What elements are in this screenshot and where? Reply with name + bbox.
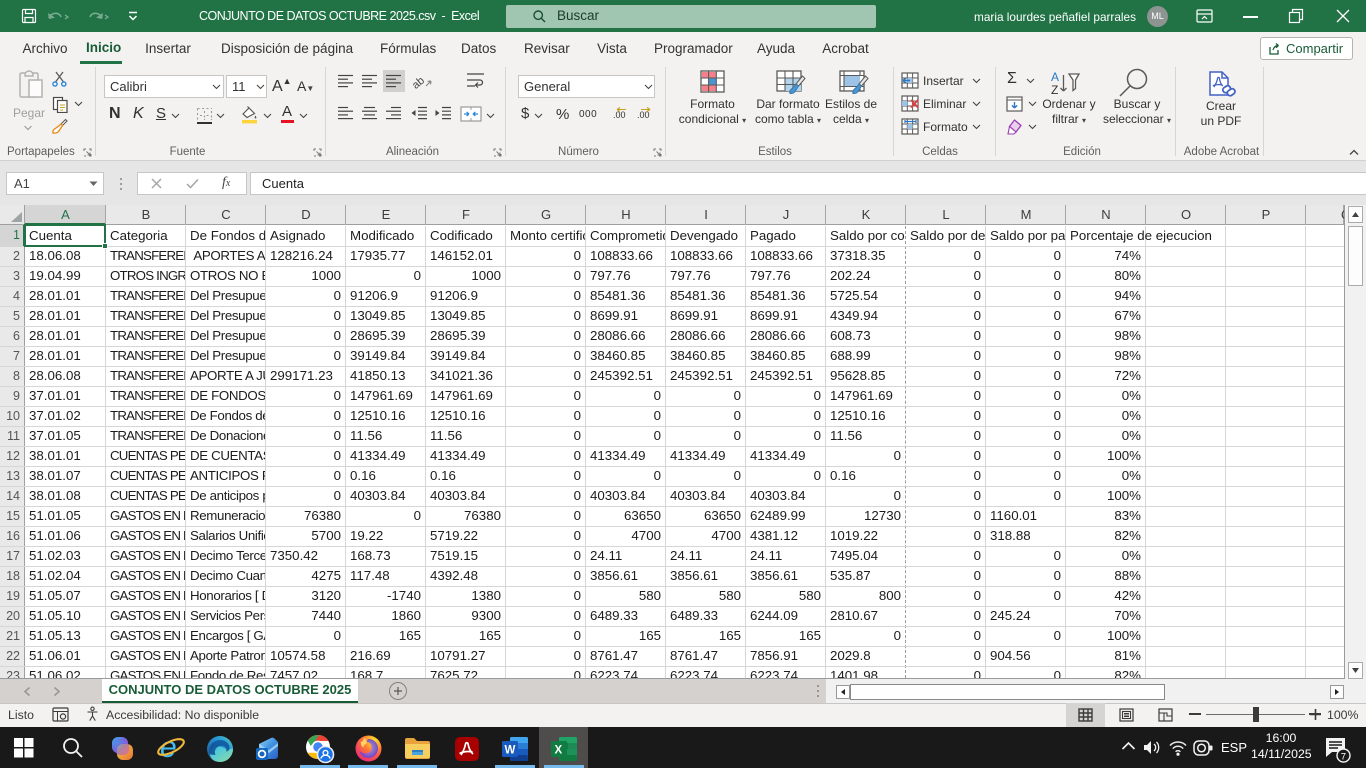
- svg-text:Z: Z: [1051, 83, 1058, 97]
- svg-text:X: X: [555, 745, 563, 757]
- svg-text:7: 7: [1341, 751, 1346, 762]
- svg-text:W: W: [505, 745, 516, 757]
- svg-text:ab: ab: [413, 75, 427, 90]
- svg-text:A: A: [1051, 70, 1059, 84]
